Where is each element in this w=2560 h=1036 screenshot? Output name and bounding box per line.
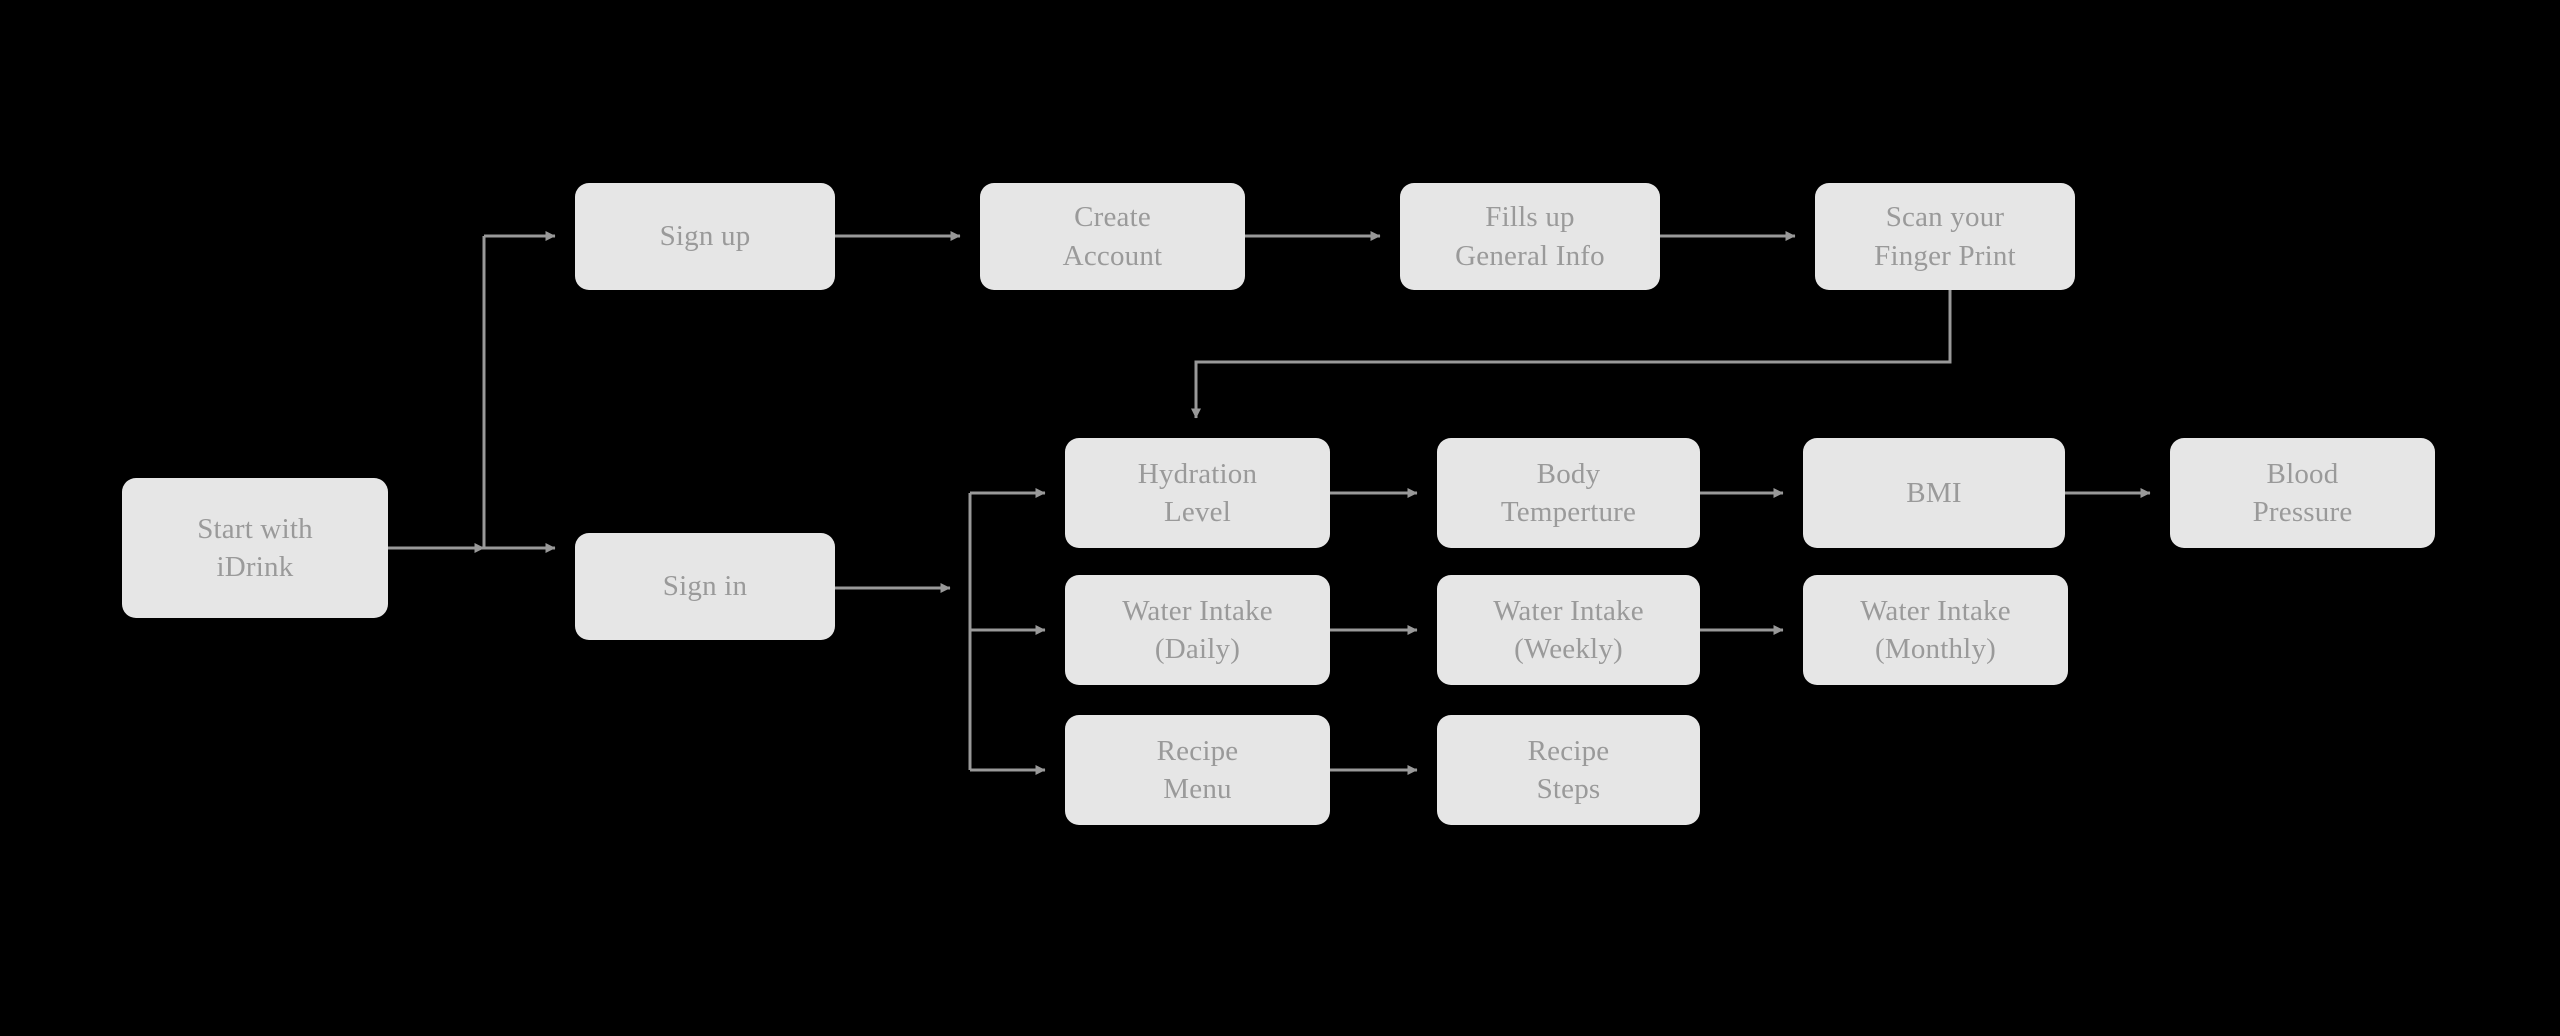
- node-water-intake-daily[interactable]: Water Intake (Daily): [1065, 575, 1330, 685]
- node-water-intake-monthly[interactable]: Water Intake (Monthly): [1803, 575, 2068, 685]
- node-fills-up-general-info[interactable]: Fills up General Info: [1400, 183, 1660, 290]
- node-start-with-idrink[interactable]: Start with iDrink: [122, 478, 388, 618]
- node-water-intake-weekly[interactable]: Water Intake (Weekly): [1437, 575, 1700, 685]
- node-recipe-steps[interactable]: Recipe Steps: [1437, 715, 1700, 825]
- node-blood-pressure[interactable]: Blood Pressure: [2170, 438, 2435, 548]
- node-recipe-menu[interactable]: Recipe Menu: [1065, 715, 1330, 825]
- node-body-temperature[interactable]: Body Temperture: [1437, 438, 1700, 548]
- flowchart-canvas: Start with iDrink Sign up Create Account…: [0, 0, 2560, 1036]
- node-bmi[interactable]: BMI: [1803, 438, 2065, 548]
- node-scan-finger-print[interactable]: Scan your Finger Print: [1815, 183, 2075, 290]
- edge-finger-print-to-hydration: [1191, 290, 1952, 419]
- node-create-account[interactable]: Create Account: [980, 183, 1245, 290]
- node-hydration-level[interactable]: Hydration Level: [1065, 438, 1330, 548]
- node-sign-up[interactable]: Sign up: [575, 183, 835, 290]
- node-sign-in[interactable]: Sign in: [575, 533, 835, 640]
